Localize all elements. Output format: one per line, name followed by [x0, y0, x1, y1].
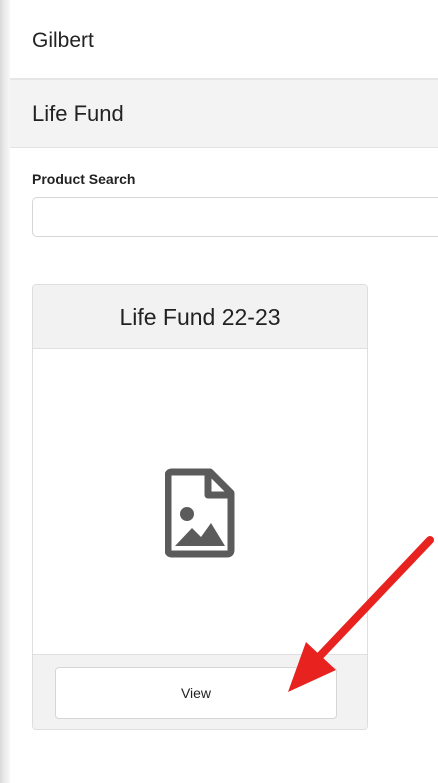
- product-card-header: Life Fund 22-23: [33, 285, 367, 349]
- section-bar: Life Fund: [10, 80, 438, 148]
- view-button[interactable]: View: [55, 667, 337, 719]
- product-card-footer: View: [33, 654, 367, 729]
- product-search-label: Product Search: [32, 171, 136, 187]
- page: Gilbert Life Fund Product Search Life Fu…: [0, 0, 438, 783]
- product-card-image: [33, 349, 367, 654]
- header-title: Gilbert: [32, 29, 94, 52]
- header-bar: Gilbert: [10, 0, 438, 80]
- product-card: Life Fund 22-23 View: [32, 284, 368, 730]
- product-search-input[interactable]: [32, 197, 438, 237]
- section-title: Life Fund: [32, 101, 124, 126]
- image-file-icon: [165, 468, 235, 557]
- left-rail: [0, 0, 10, 783]
- product-card-title: Life Fund 22-23: [119, 304, 281, 330]
